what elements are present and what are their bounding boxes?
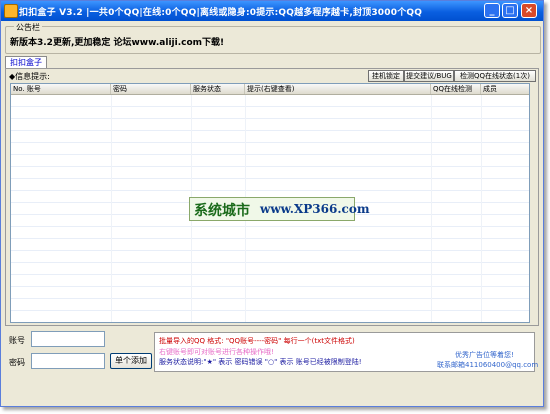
password-label: 密码: [9, 358, 25, 367]
watermark-text-cn: 系统城市: [194, 203, 250, 219]
hint-status-legend: 服务状态说明:"★" 表示 密码错误 "○" 表示 账号已经被限制登陆!: [159, 358, 362, 366]
column-header-online-check[interactable]: QQ在线检测: [431, 84, 481, 94]
main-window: 扣扣盒子 V3.2 |一共0个QQ|在线:0个QQ|离线或隐身:0提示:QQ越多…: [0, 0, 544, 407]
info-label: ◆信息提示:: [9, 72, 50, 81]
minimize-button[interactable]: _: [484, 3, 500, 18]
column-divider: [481, 95, 482, 322]
column-header-hint[interactable]: 提示(右键查看): [245, 84, 431, 94]
table-header: No. 账号 密码 服务状态 提示(右键查看) QQ在线检测 成员: [11, 84, 529, 95]
check-online-button[interactable]: 检测QQ在线状态(1次): [454, 70, 536, 82]
column-header-account[interactable]: No. 账号: [11, 84, 111, 94]
add-single-button[interactable]: 单个添加: [110, 353, 152, 369]
lock-button[interactable]: 挂机锁定: [368, 70, 404, 82]
column-header-member[interactable]: 成员: [481, 84, 529, 94]
column-header-password[interactable]: 密码: [111, 84, 191, 94]
watermark-logo: 系统城市 www.XP366.com: [189, 197, 370, 221]
bulletin-group: 公告栏 新版本3.2更新,更加稳定 论坛www.aliji.com下载!: [5, 22, 541, 54]
hint-import-format: 批量导入的QQ 格式: "QQ账号----密码" 每行一个(txt文件格式): [159, 337, 355, 345]
password-input[interactable]: [31, 353, 105, 369]
title-bar[interactable]: 扣扣盒子 V3.2 |一共0个QQ|在线:0个QQ|离线或隐身:0提示:QQ越多…: [1, 1, 543, 21]
ad-contact-email: 联系邮箱411060400@qq.com: [437, 361, 539, 369]
app-icon: [4, 4, 18, 18]
column-divider: [431, 95, 432, 322]
watermark-url: www.XP366.com: [260, 202, 370, 216]
window-title: 扣扣盒子 V3.2 |一共0个QQ|在线:0个QQ|离线或隐身:0提示:QQ越多…: [19, 8, 423, 18]
maximize-button[interactable]: □: [502, 3, 518, 18]
bulletin-text: 新版本3.2更新,更加稳定 论坛www.aliji.com下载!: [10, 38, 225, 48]
hint-right-click: 右键账号即可对账号进行各种操作哦!: [159, 348, 274, 356]
hint-box: 批量导入的QQ 格式: "QQ账号----密码" 每行一个(txt文件格式) 右…: [154, 332, 539, 372]
bulletin-legend: 公告栏: [14, 22, 42, 33]
account-label: 账号: [9, 336, 25, 345]
column-divider: [111, 95, 112, 322]
ad-slot-text: 优秀广告位等着您!: [455, 351, 514, 359]
column-header-status[interactable]: 服务状态: [191, 84, 245, 94]
close-button[interactable]: ×: [521, 3, 537, 18]
account-input[interactable]: [31, 331, 105, 347]
submit-bug-button[interactable]: 提交建议/BUG: [404, 70, 454, 82]
